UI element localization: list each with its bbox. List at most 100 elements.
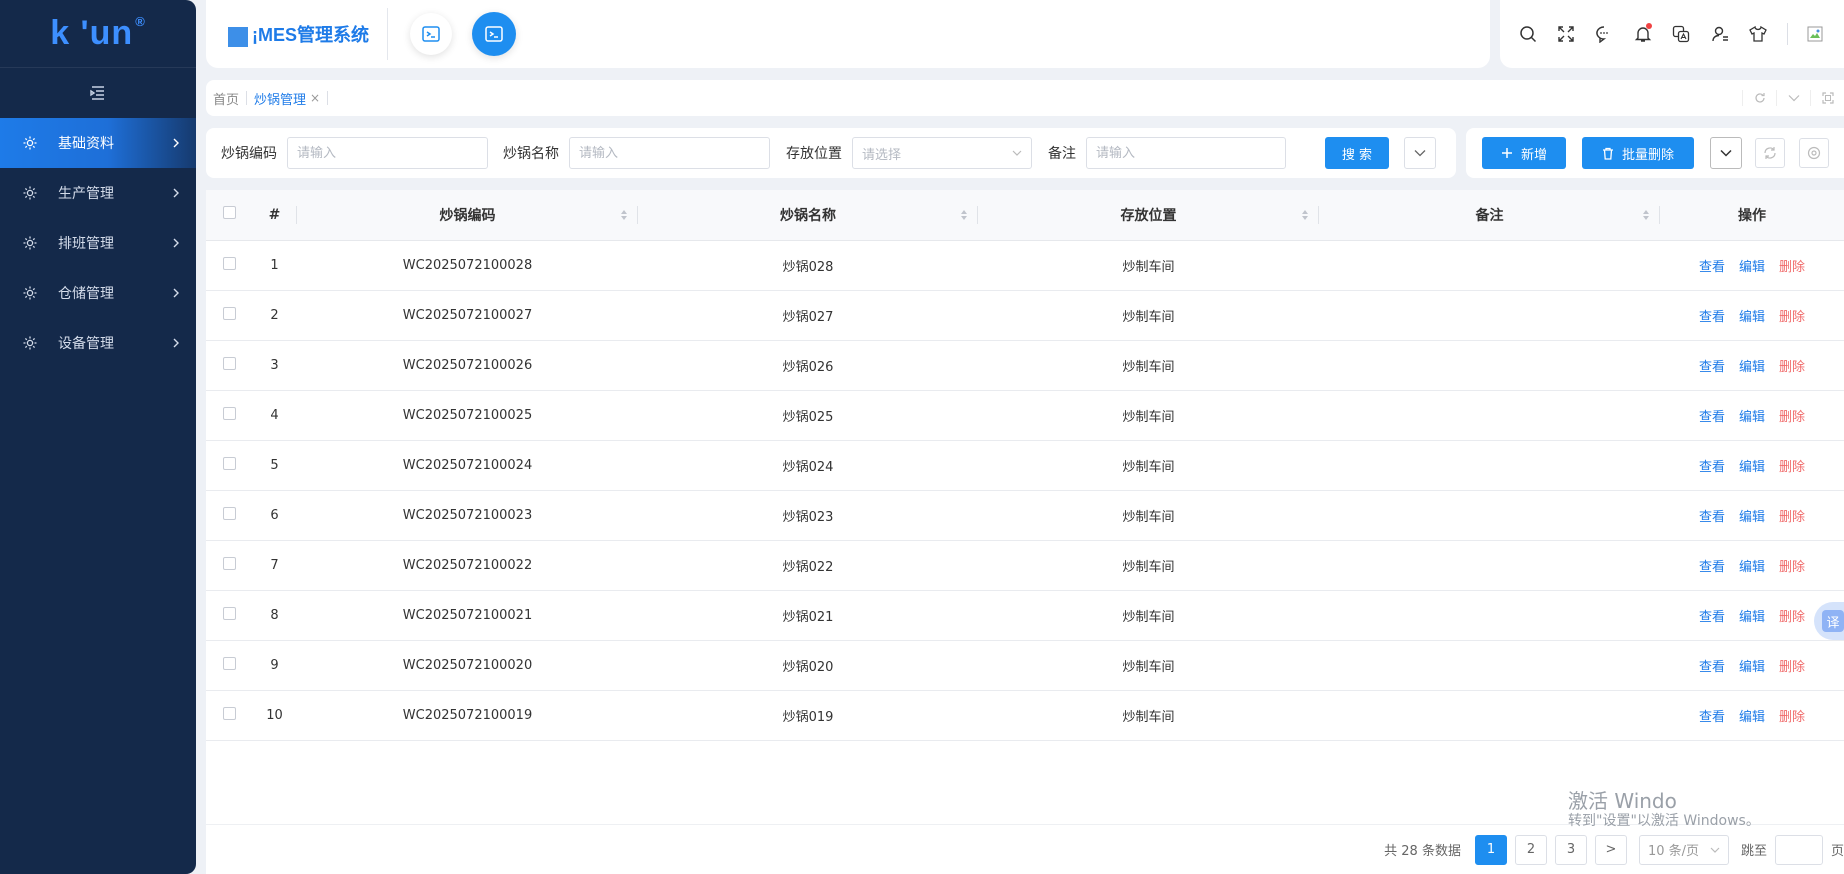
location-select[interactable]: 请选择 <box>852 137 1032 169</box>
column-header-location[interactable]: 存放位置 <box>978 190 1319 241</box>
delete-button[interactable]: 删除 <box>1779 510 1805 525</box>
tab-menu-chevron-icon[interactable] <box>1776 90 1810 106</box>
language-icon[interactable] <box>1672 24 1691 44</box>
wok-code-input[interactable] <box>287 137 488 169</box>
row-checkbox[interactable] <box>222 406 236 420</box>
row-checkbox[interactable] <box>222 456 236 470</box>
edit-button[interactable]: 编辑 <box>1739 410 1765 425</box>
tab-maximize-icon[interactable] <box>1810 90 1844 106</box>
collapse-menu-button[interactable] <box>0 68 196 118</box>
more-actions-button[interactable] <box>1710 137 1742 169</box>
page-size-select[interactable]: 10 条/页 <box>1638 834 1729 865</box>
view-button[interactable]: 查看 <box>1699 510 1725 525</box>
edit-button[interactable]: 编辑 <box>1739 560 1765 575</box>
edit-button[interactable]: 编辑 <box>1739 260 1765 275</box>
edit-button[interactable]: 编辑 <box>1739 360 1765 375</box>
sort-icon[interactable] <box>620 209 628 221</box>
select-all-checkbox[interactable] <box>222 206 236 220</box>
batch-delete-button[interactable]: 批量删除 <box>1582 137 1694 169</box>
sidebar-item[interactable]: 生产管理 <box>0 168 196 218</box>
sort-icon[interactable] <box>960 209 968 221</box>
edit-button[interactable]: 编辑 <box>1739 310 1765 325</box>
view-button[interactable]: 查看 <box>1699 610 1725 625</box>
view-button[interactable]: 查看 <box>1699 560 1725 575</box>
view-button[interactable]: 查看 <box>1699 710 1725 725</box>
edit-button[interactable]: 编辑 <box>1739 660 1765 675</box>
fullscreen-icon[interactable] <box>1556 24 1575 44</box>
delete-button[interactable]: 删除 <box>1779 460 1805 475</box>
page-button[interactable]: 1 <box>1474 834 1507 865</box>
filter-form: 炒锅编码 炒锅名称 存放位置 请选择 备注 搜 索 <box>206 128 1456 178</box>
row-checkbox[interactable] <box>222 506 236 520</box>
add-button[interactable]: 新增 <box>1482 137 1566 169</box>
delete-button[interactable]: 删除 <box>1779 260 1805 275</box>
translate-button[interactable]: 译 <box>1814 602 1844 640</box>
view-button[interactable]: 查看 <box>1699 460 1725 475</box>
row-actions: 查看 编辑 删除 <box>1660 240 1844 291</box>
column-header-name[interactable]: 炒锅名称 <box>638 190 978 241</box>
view-button[interactable]: 查看 <box>1699 260 1725 275</box>
column-settings-button[interactable] <box>1799 138 1829 168</box>
search-button[interactable]: 搜 索 <box>1325 137 1389 169</box>
chevron-right-icon <box>172 288 182 298</box>
wok-name-input[interactable] <box>569 137 770 169</box>
expand-filter-button[interactable] <box>1404 137 1436 169</box>
sort-icon[interactable] <box>1301 209 1309 221</box>
delete-button[interactable]: 删除 <box>1779 560 1805 575</box>
terminal-button[interactable] <box>410 13 452 55</box>
page-button[interactable]: 2 <box>1514 834 1547 865</box>
row-checkbox[interactable] <box>222 656 236 670</box>
sidebar-item[interactable]: 设备管理 <box>0 318 196 368</box>
sidebar-item[interactable]: 基础资料 <box>0 118 196 168</box>
bell-icon[interactable] <box>1633 23 1652 44</box>
view-button[interactable]: 查看 <box>1699 410 1725 425</box>
terminal-active-button[interactable] <box>472 12 516 56</box>
row-checkbox[interactable] <box>222 706 236 720</box>
avatar[interactable] <box>1806 24 1825 44</box>
row-checkbox[interactable] <box>222 256 236 270</box>
delete-button[interactable]: 删除 <box>1779 360 1805 375</box>
settings-icon <box>1807 146 1821 160</box>
logo-registered-mark: ® <box>135 14 146 29</box>
column-header-code[interactable]: 炒锅编码 <box>297 190 638 241</box>
row-checkbox[interactable] <box>222 556 236 570</box>
sort-icon[interactable] <box>1642 209 1650 221</box>
view-button[interactable]: 查看 <box>1699 310 1725 325</box>
row-checkbox[interactable] <box>222 606 236 620</box>
remark-input[interactable] <box>1086 137 1286 169</box>
row-remark <box>1319 290 1660 341</box>
search-icon[interactable] <box>1518 24 1537 44</box>
row-wok-code: WC2025072100022 <box>297 540 638 591</box>
row-select-cell <box>206 690 252 741</box>
chat-icon[interactable] <box>1595 24 1614 44</box>
edit-button[interactable]: 编辑 <box>1739 510 1765 525</box>
view-button[interactable]: 查看 <box>1699 360 1725 375</box>
edit-button[interactable]: 编辑 <box>1739 710 1765 725</box>
tab-close-icon[interactable]: × <box>310 91 320 105</box>
edit-button[interactable]: 编辑 <box>1739 610 1765 625</box>
delete-button[interactable]: 删除 <box>1779 660 1805 675</box>
refresh-button[interactable] <box>1755 138 1785 168</box>
theme-shirt-icon[interactable] <box>1748 24 1767 44</box>
delete-button[interactable]: 删除 <box>1779 310 1805 325</box>
delete-button[interactable]: 删除 <box>1779 410 1805 425</box>
jump-page-input[interactable] <box>1774 834 1823 865</box>
row-checkbox[interactable] <box>222 306 236 320</box>
tab-home[interactable]: 首页 <box>213 89 239 108</box>
watermark-line2: 转到"设置"以激活 Windows。 <box>1568 813 1760 829</box>
edit-button[interactable]: 编辑 <box>1739 460 1765 475</box>
column-header-remark[interactable]: 备注 <box>1319 190 1660 241</box>
table-row: 6 WC2025072100023 炒锅023 炒制车间 查看 编辑 删除 <box>206 490 1844 541</box>
delete-button[interactable]: 删除 <box>1779 610 1805 625</box>
sidebar-item[interactable]: 仓储管理 <box>0 268 196 318</box>
page-button[interactable]: 3 <box>1554 834 1587 865</box>
next-page-button[interactable]: > <box>1594 834 1627 865</box>
row-checkbox[interactable] <box>222 356 236 370</box>
sidebar-item[interactable]: 排班管理 <box>0 218 196 268</box>
tab-wok-management[interactable]: 炒锅管理 <box>254 89 306 108</box>
user-settings-icon[interactable] <box>1710 24 1729 44</box>
delete-button[interactable]: 删除 <box>1779 710 1805 725</box>
row-wok-code: WC2025072100026 <box>297 340 638 391</box>
view-button[interactable]: 查看 <box>1699 660 1725 675</box>
refresh-tab-icon[interactable] <box>1742 90 1776 106</box>
